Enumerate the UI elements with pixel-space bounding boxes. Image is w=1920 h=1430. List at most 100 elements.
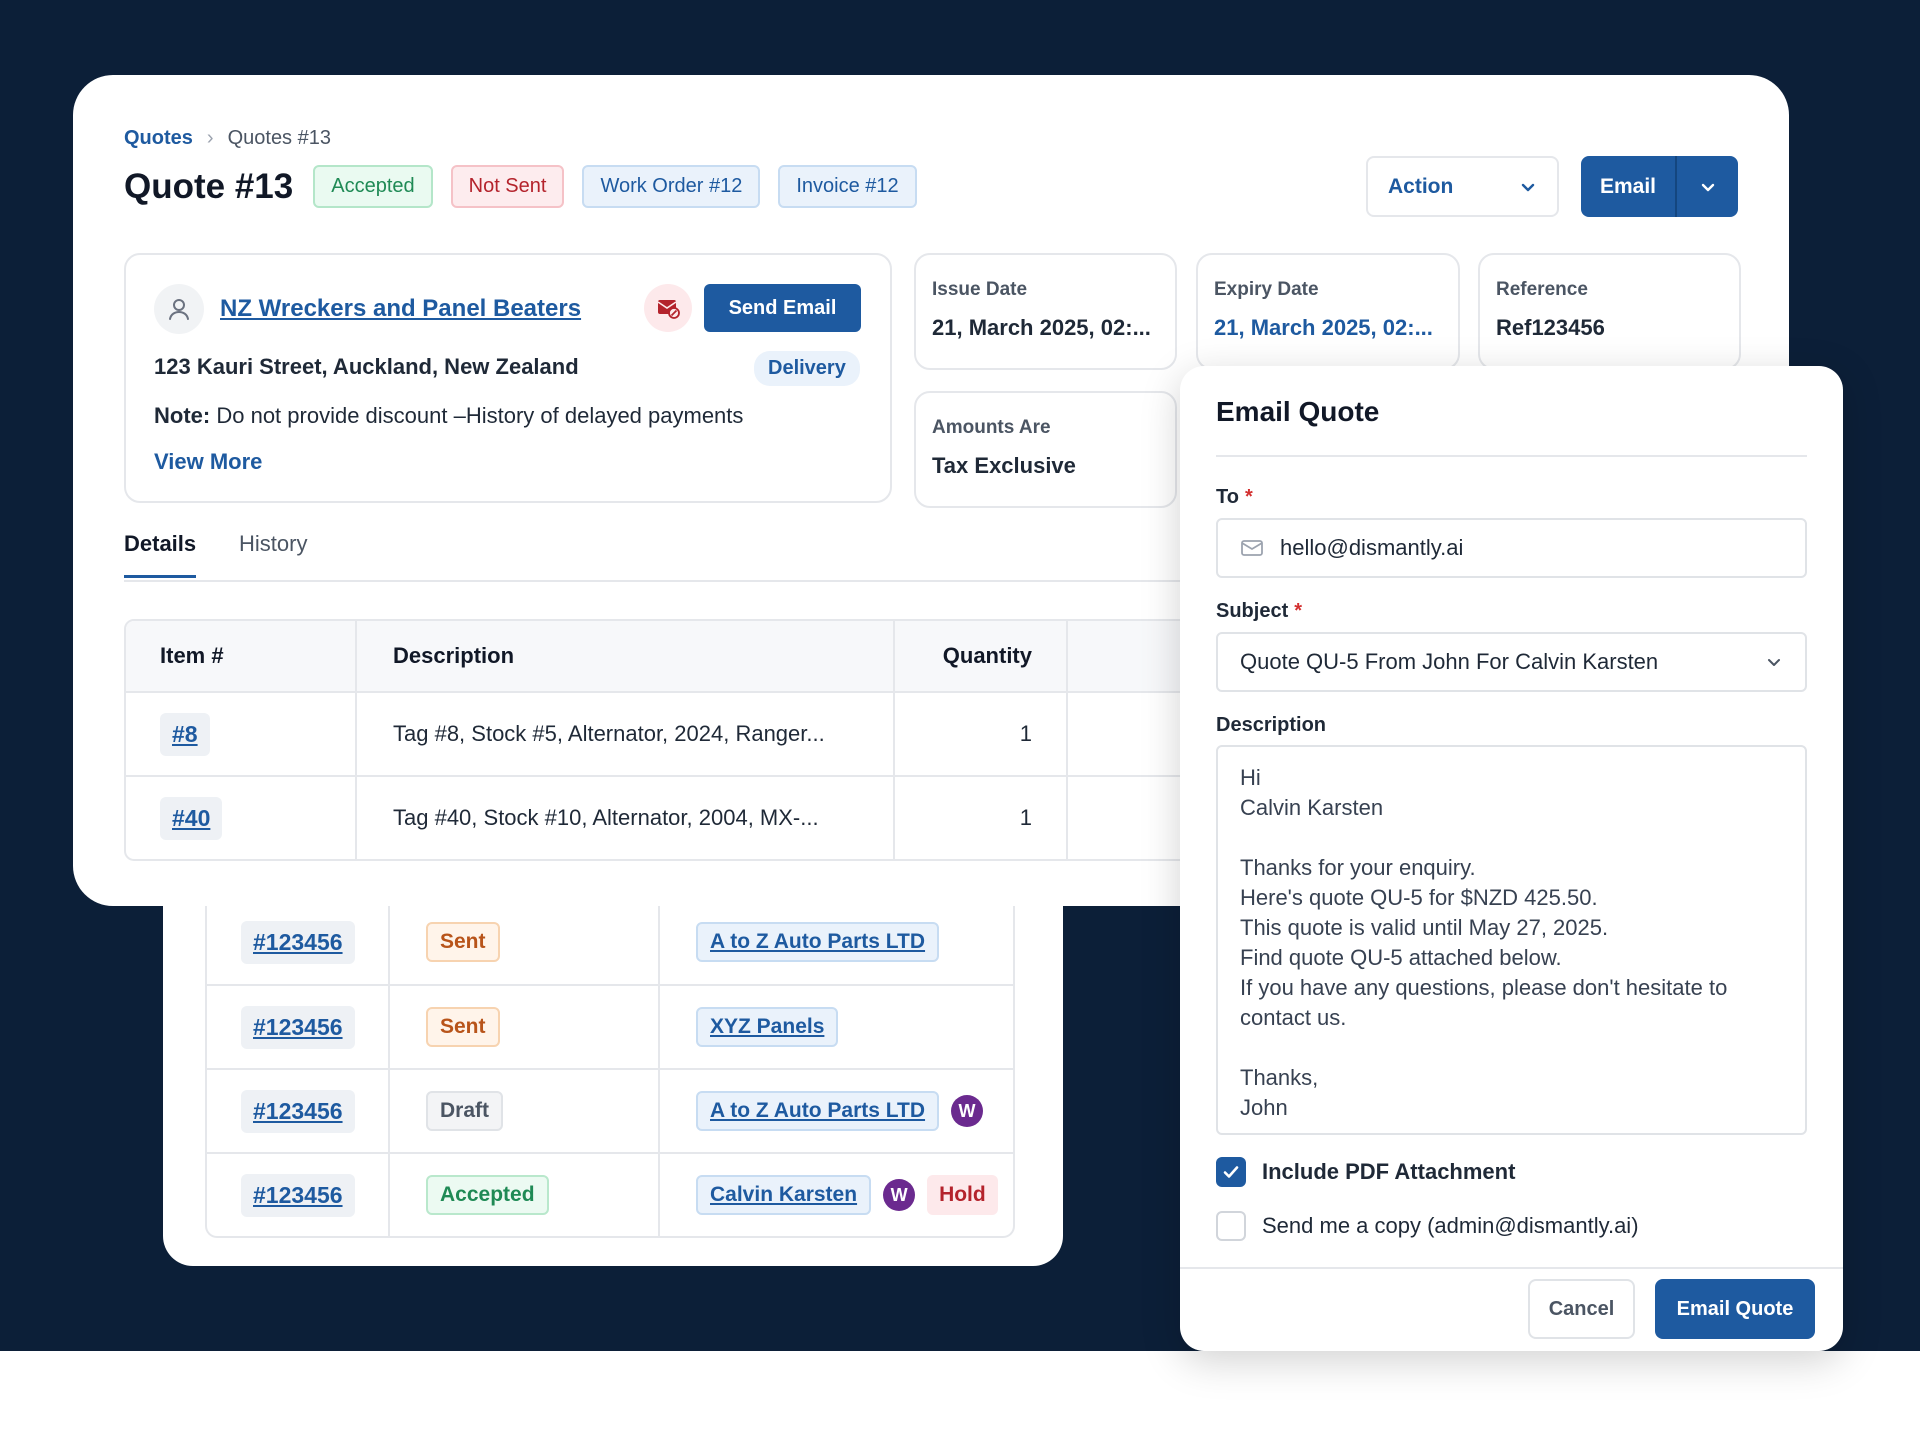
description-textarea[interactable]: Hi Calvin Karsten Thanks for your enquir… xyxy=(1216,745,1807,1135)
to-email-value: hello@dismantly.ai xyxy=(1280,535,1464,560)
reference-label: Reference xyxy=(1496,279,1588,300)
customer-address: 123 Kauri Street, Auckland, New Zealand xyxy=(154,354,579,379)
subject-value: Quote QU-5 From John For Calvin Karsten xyxy=(1240,649,1659,674)
subject-select[interactable]: Quote QU-5 From John For Calvin Karsten xyxy=(1216,632,1807,692)
table-row: #123456 Sent A to Z Auto Parts LTD xyxy=(207,900,1013,984)
status-badge: Sent xyxy=(426,1007,500,1047)
table-row: #8 Tag #8, Stock #5, Alternator, 2024, R… xyxy=(126,691,1252,775)
customer-link[interactable]: A to Z Auto Parts LTD xyxy=(696,922,940,962)
invoice-link[interactable]: Invoice #12 xyxy=(778,165,917,208)
expiry-date-value: 21, March 2025, 02:... xyxy=(1214,315,1433,340)
table-row: #123456 Sent XYZ Panels xyxy=(207,984,1013,1068)
send-email-button[interactable]: Send Email xyxy=(704,284,861,332)
delivery-badge: Delivery xyxy=(754,351,860,386)
required-indicator: * xyxy=(1244,486,1253,508)
include-pdf-label: Include PDF Attachment xyxy=(1262,1159,1516,1184)
issue-date-value: 21, March 2025, 02:... xyxy=(932,315,1151,340)
customer-link[interactable]: A to Z Auto Parts LTD xyxy=(696,1091,940,1131)
chevron-right-icon: › xyxy=(206,127,214,149)
view-more-link[interactable]: View More xyxy=(154,449,262,475)
note-text: Do not provide discount –History of dela… xyxy=(216,403,744,428)
include-pdf-option: Include PDF Attachment xyxy=(1216,1157,1515,1187)
issue-date-label: Issue Date xyxy=(932,279,1028,300)
item-link[interactable]: #8 xyxy=(160,712,210,756)
status-badge-not-sent: Not Sent xyxy=(450,165,565,208)
email-split-button: Email xyxy=(1581,156,1738,217)
order-link[interactable]: #123456 xyxy=(241,1089,355,1133)
table-row: #40 Tag #40, Stock #10, Alternator, 2004… xyxy=(126,775,1252,859)
avatar xyxy=(154,284,204,334)
cancel-button[interactable]: Cancel xyxy=(1528,1279,1635,1339)
item-link[interactable]: #40 xyxy=(160,796,223,840)
table-header: Item # Description Quantity P xyxy=(126,621,1252,691)
include-pdf-checkbox[interactable] xyxy=(1216,1157,1246,1187)
tab-divider xyxy=(124,580,1254,582)
amounts-card: Amounts Are Tax Exclusive xyxy=(914,391,1177,508)
order-link[interactable]: #123456 xyxy=(241,1173,355,1217)
reference-value: Ref123456 xyxy=(1496,315,1605,340)
item-description: Tag #40, Stock #10, Alternator, 2004, MX… xyxy=(357,777,895,859)
user-icon xyxy=(169,299,189,320)
check-icon xyxy=(1223,1166,1239,1178)
email-button[interactable]: Email xyxy=(1581,156,1677,217)
email-quote-modal: Email Quote To * hello@dismantly.ai Subje… xyxy=(1180,366,1843,1351)
email-dropdown-toggle[interactable] xyxy=(1677,156,1738,217)
item-description: Tag #8, Stock #5, Alternator, 2024, Rang… xyxy=(357,693,895,775)
action-dropdown[interactable]: Action xyxy=(1366,156,1559,217)
amounts-label: Amounts Are xyxy=(932,417,1051,438)
customer-card: NZ Wreckers and Panel Beaters Send Email… xyxy=(124,253,892,503)
expiry-date-card: Expiry Date 21, March 2025, 02:... xyxy=(1196,253,1460,370)
subject-label: Subject * xyxy=(1216,600,1303,622)
work-order-link[interactable]: Work Order #12 xyxy=(582,165,761,208)
customer-link[interactable]: XYZ Panels xyxy=(696,1007,839,1047)
modal-divider xyxy=(1216,455,1807,457)
mail-blocked-icon[interactable] xyxy=(644,284,692,332)
required-indicator: * xyxy=(1294,600,1303,622)
col-header-item: Item # xyxy=(126,621,357,691)
customer-name-link[interactable]: NZ Wreckers and Panel Beaters xyxy=(220,295,581,323)
chevron-down-icon xyxy=(1768,659,1780,666)
modal-title: Email Quote xyxy=(1216,396,1380,427)
amounts-value: Tax Exclusive xyxy=(932,453,1076,478)
col-header-quantity: Quantity xyxy=(895,621,1068,691)
expiry-date-label: Expiry Date xyxy=(1214,279,1319,300)
item-quantity: 1 xyxy=(895,777,1068,859)
status-badge: Accepted xyxy=(426,1175,549,1215)
tab-history[interactable]: History xyxy=(239,531,307,557)
send-copy-checkbox[interactable] xyxy=(1216,1211,1246,1241)
table-row: #123456 Accepted Calvin Karsten W Hold xyxy=(207,1152,1013,1236)
item-quantity: 1 xyxy=(895,693,1068,775)
work-orders-table: #123456 Sent A to Z Auto Parts LTD #1234… xyxy=(205,900,1015,1238)
customer-link[interactable]: Calvin Karsten xyxy=(696,1175,872,1215)
partner-logo-icon: W xyxy=(951,1095,984,1127)
tab-details[interactable]: Details xyxy=(124,531,197,578)
to-email-field[interactable]: hello@dismantly.ai xyxy=(1216,518,1807,578)
breadcrumb-current: Quotes #13 xyxy=(227,127,331,149)
title-row: Quote #13 Accepted Not Sent Work Order #… xyxy=(124,165,917,208)
page-title: Quote #13 xyxy=(124,166,294,206)
status-badge-accepted: Accepted xyxy=(313,165,433,208)
description-label: Description xyxy=(1216,714,1327,736)
order-link[interactable]: #123456 xyxy=(241,920,355,964)
mail-icon xyxy=(1241,540,1263,556)
issue-date-card: Issue Date 21, March 2025, 02:... xyxy=(914,253,1177,370)
items-table: Item # Description Quantity P #8 Tag #8,… xyxy=(124,619,1254,861)
chevron-down-icon xyxy=(1521,183,1535,191)
col-header-description: Description xyxy=(357,621,895,691)
breadcrumb-quotes-link[interactable]: Quotes xyxy=(124,127,193,150)
send-copy-label: Send me a copy (admin@dismantly.ai) xyxy=(1262,1213,1639,1238)
action-label: Action xyxy=(1388,174,1454,198)
table-row: #123456 Draft A to Z Auto Parts LTD W xyxy=(207,1068,1013,1152)
hold-badge: Hold xyxy=(927,1175,998,1215)
email-quote-button[interactable]: Email Quote xyxy=(1655,1279,1815,1339)
reference-card: Reference Ref123456 xyxy=(1478,253,1741,370)
breadcrumb: Quotes › Quotes #13 xyxy=(124,127,331,150)
status-badge: Draft xyxy=(426,1091,504,1131)
partner-logo-icon: W xyxy=(883,1179,916,1211)
send-copy-option: Send me a copy (admin@dismantly.ai) xyxy=(1216,1211,1639,1241)
customer-note: Note: Do not provide discount –History o… xyxy=(154,403,743,429)
chevron-down-icon xyxy=(1701,183,1714,191)
order-link[interactable]: #123456 xyxy=(241,1005,355,1049)
status-badge: Sent xyxy=(426,922,500,962)
to-label: To * xyxy=(1216,486,1253,508)
